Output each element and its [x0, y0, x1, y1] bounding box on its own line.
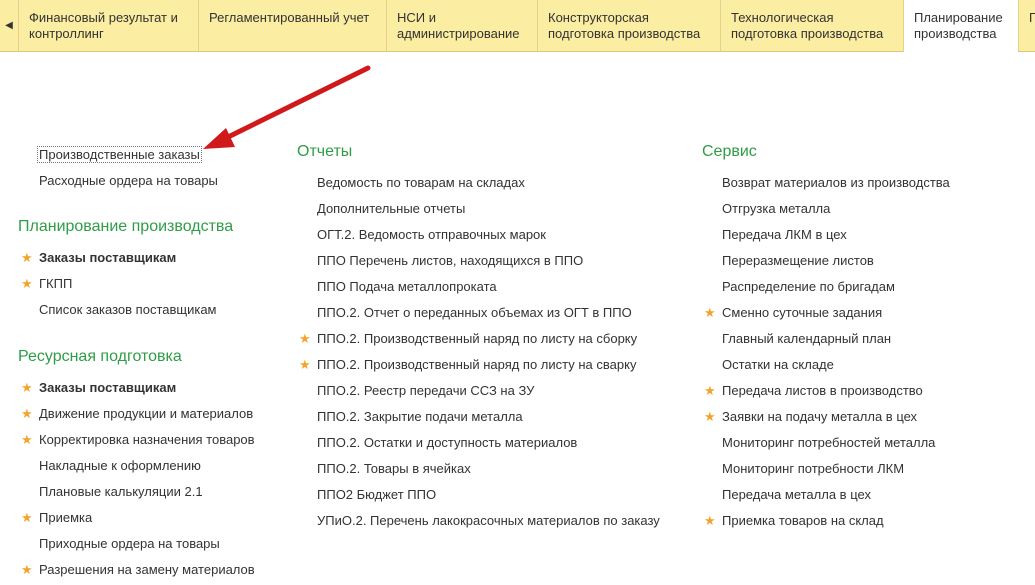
- link-production-orders[interactable]: Производственные заказы: [37, 146, 202, 163]
- link-material-replacement[interactable]: Разрешения на замену материалов: [39, 562, 255, 577]
- link-receipt-orders[interactable]: Приходные ордера на товары: [39, 536, 220, 551]
- tab-label-line1: Конструкторская: [548, 10, 649, 25]
- star-icon[interactable]: ★: [704, 306, 716, 319]
- star-icon[interactable]: ★: [21, 407, 33, 420]
- tab-label-line1: Технологическая: [731, 10, 834, 25]
- service-item[interactable]: Передача ЛКМ в цех: [722, 227, 847, 242]
- service-item[interactable]: Переразмещение листов: [722, 253, 874, 268]
- star-icon[interactable]: ★: [21, 277, 33, 290]
- service-item[interactable]: Передача металла в цех: [722, 487, 871, 502]
- service-item[interactable]: Заявки на подачу металла в цех: [722, 409, 917, 424]
- tab-label-line2: контроллинг: [29, 26, 104, 41]
- tab-label-line1: Регламентированный учет: [209, 10, 370, 25]
- star-icon[interactable]: ★: [299, 358, 311, 371]
- tab-next-partial[interactable]: П: [1018, 0, 1035, 51]
- star-icon[interactable]: ★: [704, 410, 716, 423]
- star-icon[interactable]: ★: [704, 514, 716, 527]
- report-item[interactable]: ППО.2. Отчет о переданных объемах из ОГТ…: [317, 305, 632, 320]
- link-gkpp[interactable]: ГКПП: [39, 276, 72, 291]
- service-item[interactable]: Главный календарный план: [722, 331, 891, 346]
- report-item[interactable]: УПиО.2. Перечень лакокрасочных материало…: [317, 513, 660, 528]
- star-icon[interactable]: ★: [21, 563, 33, 576]
- link-expense-orders[interactable]: Расходные ордера на товары: [39, 173, 218, 188]
- tab-label-line2: подготовка производства: [548, 26, 701, 41]
- report-item[interactable]: ППО2 Бюджет ППО: [317, 487, 436, 502]
- tab-production-planning[interactable]: Планирование производства: [903, 0, 1018, 52]
- report-item[interactable]: ППО Перечень листов, находящихся в ППО: [317, 253, 583, 268]
- service-item[interactable]: Приемка товаров на склад: [722, 513, 884, 528]
- tab-design-preparation[interactable]: Конструкторская подготовка производства: [537, 0, 720, 51]
- tab-label-line1: НСИ и: [397, 10, 436, 25]
- link-planned-calculations[interactable]: Плановые калькуляции 2.1: [39, 484, 203, 499]
- link-supplier-orders[interactable]: Заказы поставщикам: [39, 250, 176, 265]
- service-item[interactable]: Отгрузка металла: [722, 201, 830, 216]
- sections-panel: ◀ Финансовый результат и контроллинг Рег…: [0, 0, 1035, 52]
- service-item[interactable]: Мониторинг потребности ЛКМ: [722, 461, 904, 476]
- tab-label-line2: подготовка производства: [731, 26, 884, 41]
- service-item[interactable]: Распределение по бригадам: [722, 279, 895, 294]
- link-supplier-orders-2[interactable]: Заказы поставщикам: [39, 380, 176, 395]
- tab-financial-result[interactable]: Финансовый результат и контроллинг: [18, 0, 198, 51]
- link-products-movement[interactable]: Движение продукции и материалов: [39, 406, 253, 421]
- tab-label-line2: администрирование: [397, 26, 520, 41]
- star-icon[interactable]: ★: [299, 332, 311, 345]
- service-item[interactable]: Мониторинг потребностей металла: [722, 435, 935, 450]
- report-item[interactable]: ППО.2. Товары в ячейках: [317, 461, 471, 476]
- service-item[interactable]: Остатки на складе: [722, 357, 834, 372]
- report-item[interactable]: ППО Подача металлопроката: [317, 279, 497, 294]
- group-title-resource-preparation: Ресурсная подготовка: [18, 348, 182, 365]
- report-item[interactable]: ППО.2. Производственный наряд по листу н…: [317, 357, 636, 372]
- tab-nsi-admin[interactable]: НСИ и администрирование: [386, 0, 537, 51]
- report-item[interactable]: Дополнительные отчеты: [317, 201, 465, 216]
- scroll-left-icon[interactable]: ◀: [0, 0, 18, 51]
- group-title-production-planning: Планирование производства: [18, 218, 234, 235]
- star-icon[interactable]: ★: [21, 433, 33, 446]
- report-item[interactable]: Ведомость по товарам на складах: [317, 175, 525, 190]
- star-icon[interactable]: ★: [21, 381, 33, 394]
- link-supplier-orders-list[interactable]: Список заказов поставщикам: [39, 302, 217, 317]
- service-item[interactable]: Сменно суточные задания: [722, 305, 882, 320]
- link-invoices-to-process[interactable]: Накладные к оформлению: [39, 458, 201, 473]
- group-title-reports: Отчеты: [297, 143, 353, 160]
- star-icon[interactable]: ★: [21, 251, 33, 264]
- link-goods-purpose-adjustment[interactable]: Корректировка назначения товаров: [39, 432, 255, 447]
- group-title-service: Сервис: [702, 143, 757, 160]
- tab-label-line1: Финансовый результат и: [29, 10, 178, 25]
- report-item[interactable]: ППО.2. Остатки и доступность материалов: [317, 435, 577, 450]
- report-item[interactable]: ППО.2. Производственный наряд по листу н…: [317, 331, 637, 346]
- report-item[interactable]: ППО.2. Закрытие подачи металла: [317, 409, 523, 424]
- service-item[interactable]: Передача листов в производство: [722, 383, 923, 398]
- tab-label-line2: производства: [914, 26, 997, 41]
- tab-label-line1: Планирование: [914, 10, 1003, 25]
- tab-regulated-accounting[interactable]: Регламентированный учет: [198, 0, 386, 51]
- link-acceptance[interactable]: Приемка: [39, 510, 92, 525]
- star-icon[interactable]: ★: [21, 511, 33, 524]
- service-item[interactable]: Возврат материалов из производства: [722, 175, 950, 190]
- report-item[interactable]: ППО.2. Реестр передачи ССЗ на ЗУ: [317, 383, 534, 398]
- report-item[interactable]: ОГТ.2. Ведомость отправочных марок: [317, 227, 546, 242]
- star-icon[interactable]: ★: [704, 384, 716, 397]
- tab-tech-preparation[interactable]: Технологическая подготовка производства: [720, 0, 903, 51]
